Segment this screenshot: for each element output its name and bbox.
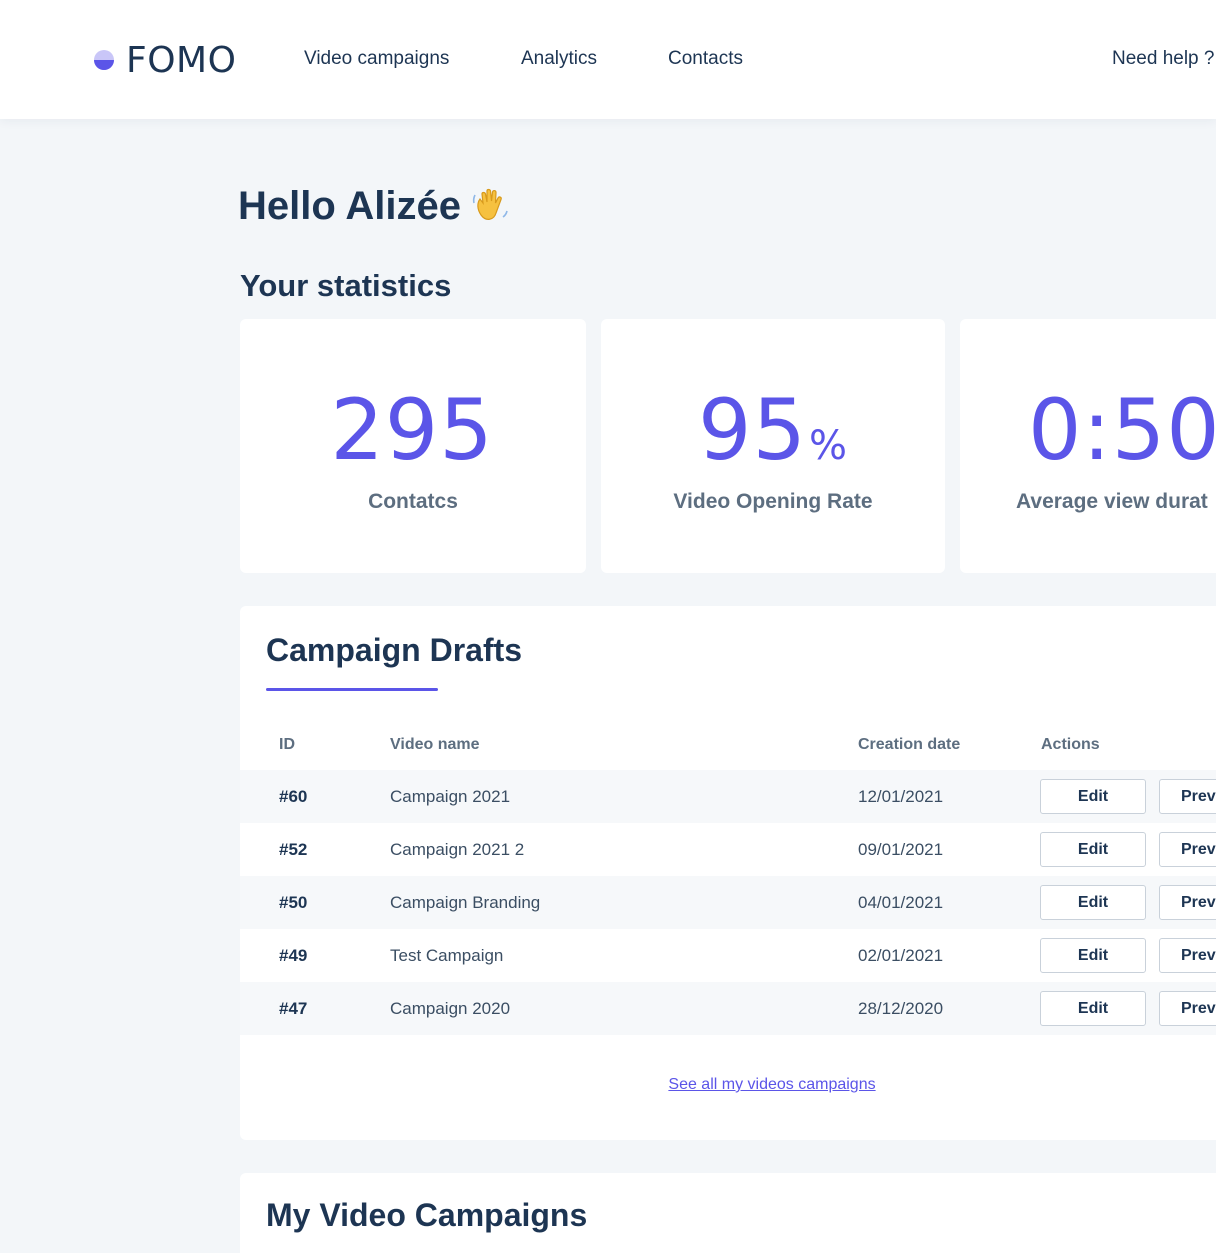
- stat-value: 295: [330, 381, 494, 479]
- row-creation-date: 02/01/2021: [858, 946, 944, 965]
- table-row: #49 Test Campaign 02/01/2021 Edit Prev: [240, 929, 1216, 982]
- row-video-name: Campaign 2021: [390, 787, 511, 806]
- stat-label: Average view durat: [1016, 490, 1208, 513]
- table-row: #50 Campaign Branding 04/01/2021 Edit Pr…: [240, 876, 1216, 929]
- row-creation-date: 09/01/2021: [858, 840, 944, 859]
- nav-contacts[interactable]: Contacts: [668, 48, 743, 70]
- nav-analytics[interactable]: Analytics: [521, 48, 597, 70]
- edit-button[interactable]: Edit: [1040, 991, 1146, 1026]
- stat-value: 95%: [698, 381, 848, 479]
- row-video-name: Campaign Branding: [390, 893, 541, 912]
- row-id: #49: [279, 946, 308, 965]
- table-row: #60 Campaign 2021 12/01/2021 Edit Prev: [240, 770, 1216, 823]
- title-underline: [266, 688, 438, 691]
- row-video-name: Campaign 2020: [390, 999, 511, 1018]
- column-header-actions: Actions: [1041, 736, 1100, 753]
- stat-card-opening-rate: 95% Video Opening Rate: [601, 319, 945, 573]
- stat-card-contacts: 295 Contatcs: [240, 319, 586, 573]
- column-header-id: ID: [279, 736, 295, 753]
- stat-value: 0:50: [1028, 381, 1216, 479]
- logo-text: FOMO: [126, 39, 237, 81]
- table-row: #52 Campaign 2021 2 09/01/2021 Edit Prev: [240, 823, 1216, 876]
- drafts-title: Campaign Drafts: [266, 632, 523, 668]
- greeting-heading: Hello Alizée: [238, 184, 513, 229]
- row-video-name: Campaign 2021 2: [390, 840, 525, 859]
- stat-label: Video Opening Rate: [673, 490, 873, 513]
- preview-button[interactable]: Prev: [1159, 991, 1216, 1026]
- edit-button[interactable]: Edit: [1040, 832, 1146, 867]
- row-creation-date: 12/01/2021: [858, 787, 944, 806]
- see-all-campaigns-link[interactable]: See all my videos campaigns: [240, 1076, 1216, 1094]
- campaigns-title: My Video Campaigns: [266, 1197, 588, 1233]
- my-video-campaigns-card: My Video Campaigns: [240, 1173, 1216, 1253]
- row-creation-date: 04/01/2021: [858, 893, 944, 912]
- preview-button[interactable]: Prev: [1159, 885, 1216, 920]
- row-id: #60: [279, 787, 308, 806]
- row-id: #50: [279, 893, 308, 912]
- edit-button[interactable]: Edit: [1040, 779, 1146, 814]
- row-video-name: Test Campaign: [390, 946, 504, 965]
- table-row: #47 Campaign 2020 28/12/2020 Edit Prev: [240, 982, 1216, 1035]
- preview-button[interactable]: Prev: [1159, 779, 1216, 814]
- row-id: #47: [279, 999, 308, 1018]
- stat-card-view-duration: 0:50 Average view durat: [960, 319, 1216, 573]
- logo-mark-icon: [93, 49, 115, 71]
- row-creation-date: 28/12/2020: [858, 999, 944, 1018]
- top-navigation-bar: FOMO Video campaigns Analytics Contacts …: [0, 0, 1216, 119]
- greeting-text: Hello Alizée: [238, 184, 462, 228]
- campaign-drafts-card: Campaign Drafts ID Video name Creation d…: [240, 606, 1216, 1140]
- row-id: #52: [279, 840, 308, 859]
- column-header-creation-date: Creation date: [858, 736, 961, 753]
- column-header-video-name: Video name: [390, 736, 480, 753]
- statistics-heading: Your statistics: [240, 268, 452, 303]
- edit-button[interactable]: Edit: [1040, 885, 1146, 920]
- preview-button[interactable]: Prev: [1159, 938, 1216, 973]
- fomo-logo[interactable]: FOMO: [93, 39, 237, 81]
- nav-video-campaigns[interactable]: Video campaigns: [304, 48, 449, 70]
- edit-button[interactable]: Edit: [1040, 938, 1146, 973]
- preview-button[interactable]: Prev: [1159, 832, 1216, 867]
- waving-hand-icon: [469, 185, 513, 229]
- need-help-link[interactable]: Need help ?: [1112, 48, 1214, 70]
- stat-label: Contatcs: [368, 490, 458, 513]
